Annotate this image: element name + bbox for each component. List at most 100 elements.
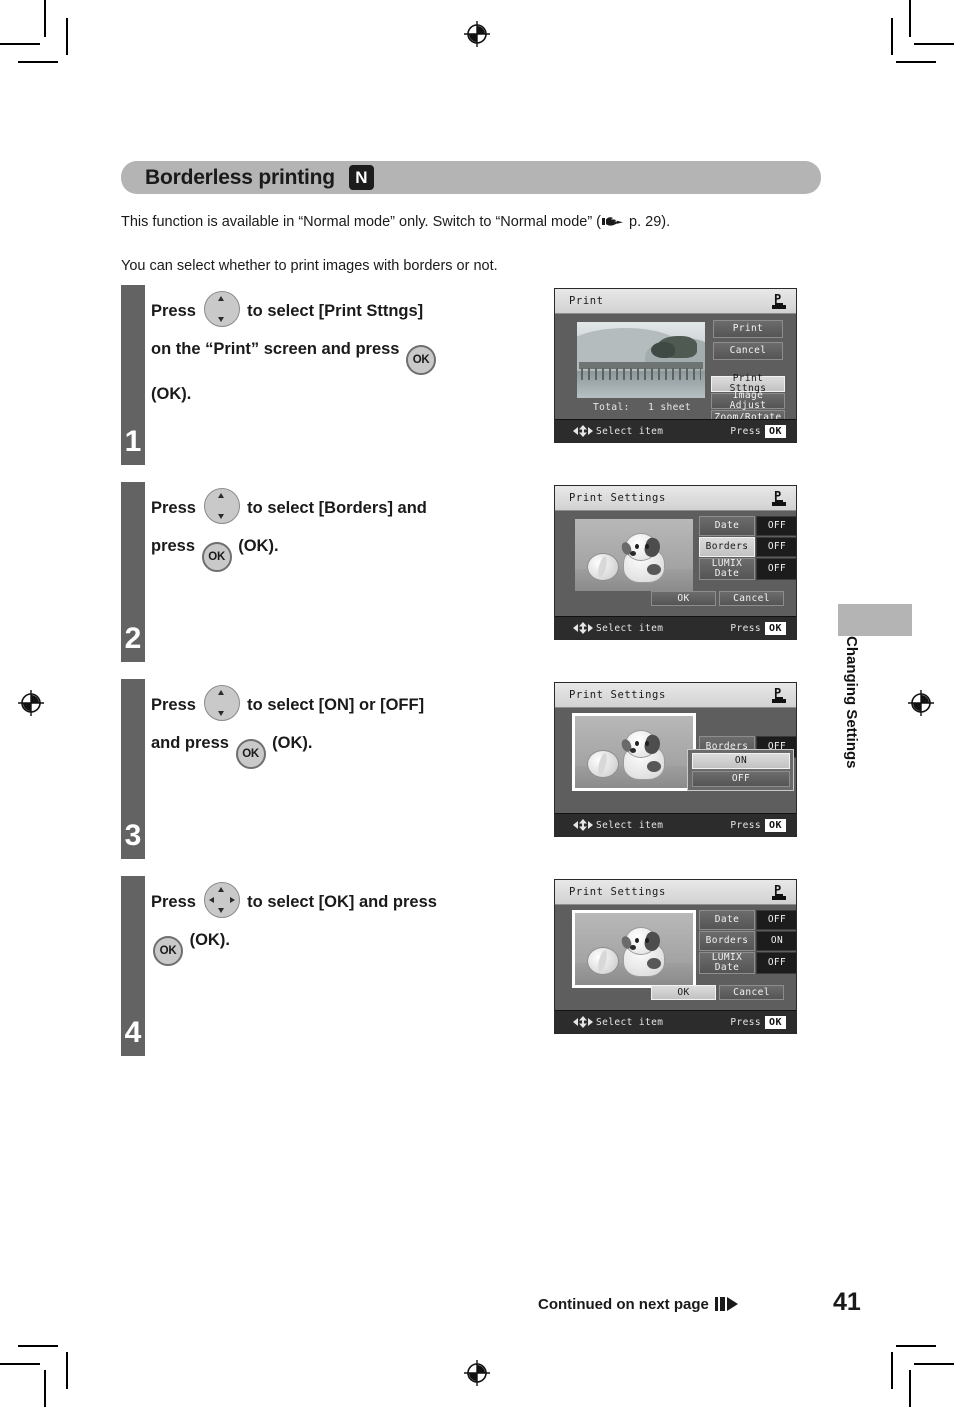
- lcd-button-print[interactable]: Print: [713, 320, 783, 338]
- lcd-4-header: Print Settings P: [555, 880, 796, 905]
- lcd-2-ok-button[interactable]: OK: [651, 591, 716, 606]
- four-way-button-icon: [203, 882, 240, 918]
- step-1-line3: (OK).: [151, 385, 192, 403]
- lcd-2-header: Print Settings P: [555, 486, 796, 511]
- lcd-1-footer-right: Press OK: [730, 424, 786, 438]
- step-3-line2-pre: and press: [151, 734, 229, 752]
- step-1-line2-pre: on the “Print” screen and press: [151, 340, 400, 358]
- lcd-row-value-date[interactable]: OFF: [756, 910, 796, 930]
- step-1-number: 1: [121, 285, 145, 465]
- lcd-4-body: Date OFF Borders ON LUMIX Date OFF OK Can…: [555, 905, 796, 1010]
- lcd-1-title: Print: [569, 295, 604, 307]
- lcd-row-value-date[interactable]: OFF: [756, 516, 796, 536]
- normal-mode-badge-icon: N: [348, 165, 374, 190]
- intro-paragraph-2: You can select whether to print images w…: [121, 258, 498, 274]
- step-1-line1-pre: Press: [151, 302, 196, 320]
- step-2-line2-pre: press: [151, 537, 196, 555]
- lcd-3-footer-right: Press OK: [730, 818, 786, 832]
- lcd-row-label-lumix-date[interactable]: LUMIX Date: [699, 558, 755, 580]
- lcd-screenshot-print-settings-confirm: Print Settings P Date OFF Borders ON LUM…: [554, 879, 797, 1034]
- photo-thumbnail-dog: [572, 713, 696, 791]
- crop-mark-tl-h2: [18, 61, 58, 63]
- photo-thumbnail-dog: [572, 910, 696, 988]
- popup-option-off[interactable]: OFF: [692, 771, 790, 787]
- registration-mark-left: [18, 690, 44, 716]
- ok-button-icon: OK: [153, 936, 183, 966]
- lcd-screenshot-borders-options: Print Settings P Borders OFF ON OFF Sele…: [554, 682, 797, 837]
- lcd-4-footer-left: Select item: [573, 1016, 663, 1028]
- step-3-line2-post: (OK).: [272, 734, 313, 752]
- lcd-1-select-item-label: Select item: [596, 425, 664, 437]
- lcd-4-footer: Select item Press OK: [555, 1010, 796, 1033]
- lcd-3-press-label: Press: [730, 819, 761, 831]
- lcd-button-cancel[interactable]: Cancel: [713, 342, 783, 360]
- chapter-tab-marker: [838, 604, 912, 636]
- pictbridge-icon: P: [771, 292, 788, 310]
- chapter-tab-label: Changing Settings: [843, 636, 860, 769]
- step-4-line1-post: to select [OK] and press: [247, 893, 437, 911]
- lcd-row-label-borders[interactable]: Borders: [699, 537, 755, 557]
- crop-mark-bl-v2: [66, 1352, 68, 1389]
- lcd-row-label-date[interactable]: Date: [699, 516, 755, 536]
- page-title: Borderless printing: [145, 165, 335, 189]
- crop-mark-br-h: [914, 1363, 954, 1365]
- lcd-3-footer: Select item Press OK: [555, 813, 796, 836]
- lcd-1-ok-chip: OK: [764, 424, 786, 438]
- pictbridge-icon: P: [771, 489, 788, 507]
- crop-mark-tr-h2: [896, 61, 936, 63]
- lcd-screenshot-print-settings-borders: Print Settings P Date OFF Borders OFF LU…: [554, 485, 797, 640]
- step-4-number: 4: [121, 876, 145, 1056]
- lcd-row-label-date[interactable]: Date: [699, 910, 755, 930]
- next-page-arrow-icon: [714, 1297, 738, 1311]
- crop-mark-tr-h: [914, 43, 954, 45]
- step-2-instruction: Press to select [Borders] and press OK (…: [151, 488, 571, 572]
- ok-button-icon: OK: [406, 345, 437, 375]
- lcd-2-press-label: Press: [730, 622, 761, 634]
- crop-mark-tl-v: [44, 0, 46, 37]
- lcd-4-cancel-button[interactable]: Cancel: [719, 985, 784, 1000]
- lcd-2-ok-chip: OK: [764, 621, 786, 635]
- lcd-row-label-lumix-date[interactable]: LUMIX Date: [699, 952, 755, 974]
- crop-mark-bl-h2: [18, 1345, 58, 1347]
- lcd-row-value-borders[interactable]: ON: [756, 931, 796, 951]
- step-1-line1-post: to select [Print Sttngs]: [247, 302, 424, 320]
- ok-button-icon: OK: [235, 739, 266, 769]
- step-3-line1-post: to select [ON] or [OFF]: [247, 696, 425, 714]
- lcd-button-image-adjust[interactable]: Image Adjust: [711, 391, 785, 410]
- lcd-screenshot-print: Print P Total: 1 sheet Print Cancel Prin…: [554, 288, 797, 443]
- popup-option-on[interactable]: ON: [692, 753, 790, 769]
- registration-mark-top: [464, 21, 490, 47]
- lcd-row-value-lumix-date[interactable]: OFF: [756, 558, 796, 580]
- step-2-line1-post: to select [Borders] and: [247, 499, 427, 517]
- lcd-1-body: Total: 1 sheet Print Cancel Print Sttngs…: [555, 314, 796, 426]
- lcd-2-footer: Select item Press OK: [555, 616, 796, 639]
- lcd-row-value-borders[interactable]: OFF: [756, 537, 796, 557]
- lcd-2-body: Date OFF Borders OFF LUMIX Date OFF OK Ca…: [555, 511, 796, 616]
- ok-button-icon: OK: [201, 542, 232, 572]
- step-2: 2 Press to select [Borders] and press OK…: [121, 482, 821, 662]
- lcd-3-footer-left: Select item: [573, 819, 663, 831]
- page-number: 41: [833, 1288, 861, 1316]
- lcd-1-footer-left: Select item: [573, 425, 663, 437]
- intro-paragraph-1: This function is available in “Normal mo…: [121, 213, 670, 233]
- dpad-icon: [573, 622, 593, 634]
- crop-mark-bl-v: [44, 1370, 46, 1407]
- updown-button-icon: [203, 685, 240, 721]
- step-1: 1 Press to select [Print Sttngs] on the …: [121, 285, 821, 465]
- lcd-row-value-lumix-date[interactable]: OFF: [756, 952, 796, 974]
- lcd-row-label-borders[interactable]: Borders: [699, 931, 755, 951]
- lcd-3-body: Borders OFF ON OFF: [555, 708, 796, 813]
- step-4-line2-post: (OK).: [189, 931, 230, 949]
- crop-mark-tl-v2: [66, 18, 68, 55]
- total-sheets-line: Total: 1 sheet: [577, 402, 707, 413]
- lcd-4-footer-right: Press OK: [730, 1015, 786, 1029]
- crop-mark-br-h2: [896, 1345, 936, 1347]
- lcd-1-press-label: Press: [730, 425, 761, 437]
- lcd-2-footer-right: Press OK: [730, 621, 786, 635]
- lcd-4-ok-button[interactable]: OK: [651, 985, 716, 1000]
- step-4-instruction: Press to select [OK] and press OK (OK).: [151, 882, 571, 966]
- lcd-2-cancel-button[interactable]: Cancel: [719, 591, 784, 606]
- updown-button-icon: [203, 291, 240, 327]
- lcd-4-ok-chip: OK: [764, 1015, 786, 1029]
- lcd-2-title: Print Settings: [569, 492, 666, 504]
